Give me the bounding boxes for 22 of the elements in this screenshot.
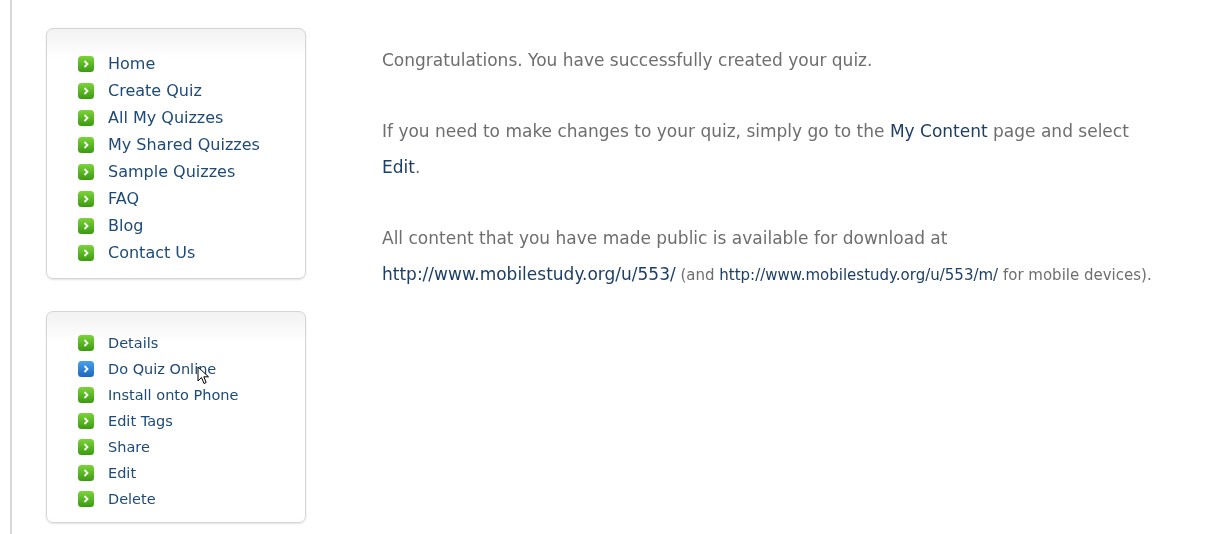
- menu-link[interactable]: FAQ: [108, 189, 139, 208]
- menu-link[interactable]: Share: [108, 439, 150, 455]
- menu-link[interactable]: All My Quizzes: [108, 108, 224, 127]
- menu-link[interactable]: Do Quiz Online: [108, 361, 217, 377]
- menu-link[interactable]: Sample Quizzes: [108, 162, 236, 181]
- paragraph: Congratulations. You have successfully created your quiz.: [382, 49, 874, 72]
- paragraph: All content that you have made public is available for download at http://www.mobilestudy.org/u/553/ (and http://www.mobilestudy.org/u/553/m/ for mobile devices).: [382, 227, 1152, 286]
- paragraph: If you need to make changes to your quiz, simply go to the My Content page and select Edit.: [382, 120, 1130, 179]
- text-link[interactable]: Edit: [382, 157, 415, 177]
- text-link[interactable]: http://www.mobilestudy.org/u/553/: [382, 264, 676, 284]
- menu-link[interactable]: Edit: [108, 465, 137, 481]
- menu-link[interactable]: Install onto Phone: [108, 387, 239, 403]
- menu-link[interactable]: Edit Tags: [108, 413, 173, 429]
- menu-link[interactable]: Home: [108, 54, 156, 73]
- menu-link[interactable]: Create Quiz: [108, 81, 202, 100]
- menu-link[interactable]: Delete: [108, 491, 156, 507]
- menu-link[interactable]: Contact Us: [108, 243, 196, 262]
- menu-link[interactable]: Blog: [108, 216, 144, 235]
- menu-link[interactable]: My Shared Quizzes: [108, 135, 260, 154]
- text-link[interactable]: My Content: [889, 121, 988, 141]
- text-link[interactable]: http://www.mobilestudy.org/u/553/m/: [719, 266, 999, 284]
- menu-link[interactable]: Details: [108, 335, 159, 351]
